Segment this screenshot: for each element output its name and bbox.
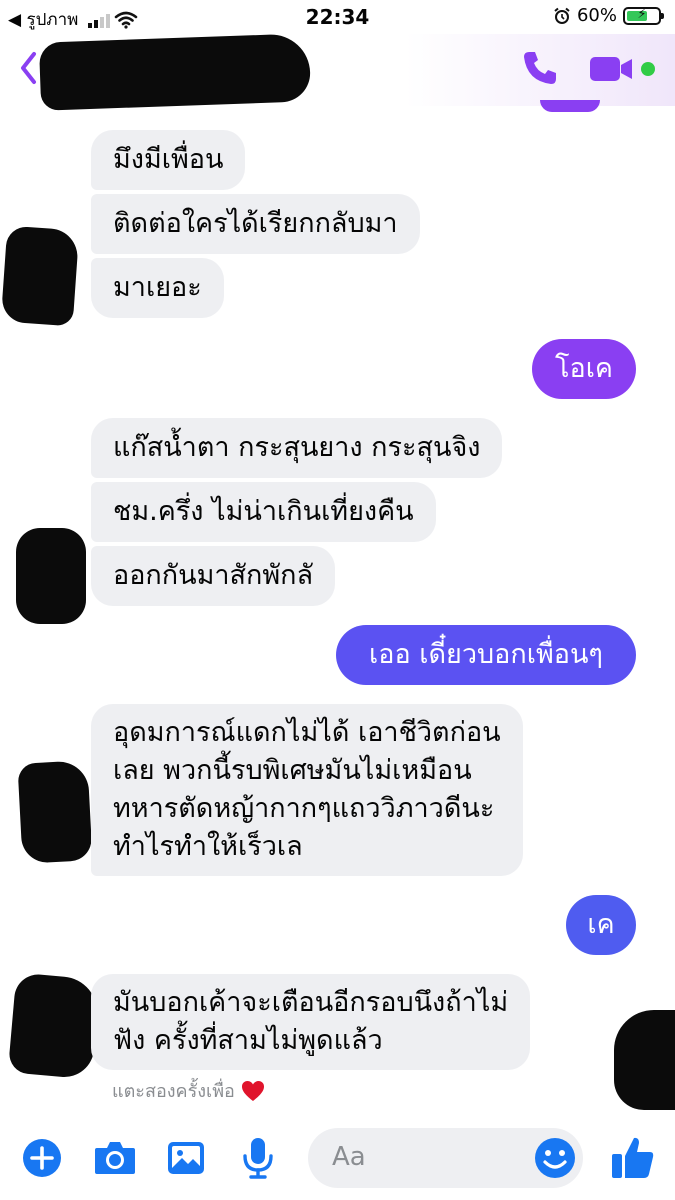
heart-icon[interactable] — [241, 1080, 265, 1102]
status-right: 60% ⚡ — [553, 5, 664, 26]
message-text: มาเยอะ — [113, 272, 202, 303]
message-text-line: ฟัง ครั้งที่สามไม่พูดแล้ว — [113, 1025, 383, 1056]
message-input[interactable]: Aa — [308, 1128, 583, 1188]
redacted-right — [614, 1010, 675, 1110]
composer-bar: Aa — [0, 1120, 675, 1200]
redacted-contact — [38, 33, 312, 111]
reaction-hint-text: แตะสองครั้งเพื่อ — [112, 1081, 235, 1102]
message-text-line: ทหารตัดหญ้ากากๆแถววิภาวดีนะ — [113, 793, 495, 824]
message-bubble[interactable]: อุดมการณ์แดกไม่ได้ เอาชีวิตก่อน เลย พวกน… — [91, 704, 523, 876]
message-bubble[interactable]: มึงมีเพื่อน — [91, 130, 246, 190]
avatar — [7, 972, 101, 1080]
reaction-hint: แตะสองครั้งเพื่อ — [112, 1076, 265, 1105]
back-chevron-icon[interactable] — [18, 50, 38, 86]
message-text: เออ เดี๋ยวบอกเพื่อนๆ — [369, 639, 603, 670]
message-bubble[interactable]: มาเยอะ — [91, 258, 224, 318]
message-text: ออกกันมาสักพักลั — [113, 560, 314, 591]
message-bubble[interactable]: ติดต่อใครได้เรียกกลับมา — [91, 194, 420, 254]
plus-icon[interactable] — [22, 1138, 62, 1178]
status-bar: ◀ รูปภาพ 22:34 60% ⚡ — [0, 0, 675, 34]
avatar — [0, 225, 80, 327]
message-bubble[interactable]: โอเค — [532, 339, 636, 399]
battery-icon: ⚡ — [623, 6, 664, 25]
message-input-placeholder: Aa — [332, 1142, 366, 1172]
message-text: ติดต่อใครได้เรียกกลับมา — [113, 208, 398, 239]
chat-header — [0, 33, 675, 111]
message-bubble[interactable]: มันบอกเค้าจะเตือนอีกรอบนึงถ้าไม่ ฟัง ครั… — [91, 974, 531, 1070]
message-text-line: อุดมการณ์แดกไม่ได้ เอาชีวิตก่อน — [113, 717, 501, 748]
message-bubble[interactable]: เออ เดี๋ยวบอกเพื่อนๆ — [336, 625, 636, 685]
message-text: โอเค — [554, 353, 613, 384]
message-bubble[interactable]: ชม.ครึ่ง ไม่น่าเกินเที่ยงคืน — [91, 482, 436, 542]
video-call-icon[interactable] — [588, 54, 634, 84]
message-bubble[interactable]: ออกกันมาสักพักลั — [91, 546, 336, 606]
message-text: แก๊สน้ำตา กระสุนยาง กระสุนจิง — [113, 432, 481, 463]
message-text-line: มันบอกเค้าจะเตือนอีกรอบนึงถ้าไม่ — [113, 987, 509, 1018]
avatar — [17, 760, 93, 864]
microphone-icon[interactable] — [240, 1136, 276, 1180]
message-text: เค — [587, 909, 615, 940]
message-bubble[interactable]: เค — [566, 895, 636, 955]
outgoing-bubble-partial — [540, 100, 600, 112]
battery-percent: 60% — [576, 5, 617, 26]
alarm-icon — [554, 7, 570, 24]
message-text: มึงมีเพื่อน — [113, 144, 224, 175]
camera-icon[interactable] — [93, 1138, 137, 1178]
avatar — [16, 528, 86, 624]
online-status-dot — [641, 62, 655, 76]
message-text: ชม.ครึ่ง ไม่น่าเกินเที่ยงคืน — [113, 496, 414, 527]
emoji-icon[interactable] — [534, 1137, 576, 1179]
message-text-line: เลย พวกนี้รบพิเศษมันไม่เหมือน — [113, 755, 472, 786]
phone-call-icon[interactable] — [520, 48, 560, 88]
thumbs-up-icon[interactable] — [610, 1134, 656, 1180]
image-icon[interactable] — [166, 1138, 206, 1178]
message-bubble[interactable]: แก๊สน้ำตา กระสุนยาง กระสุนจิง — [91, 418, 503, 478]
message-text-line: ทำไรทำให้เร็วเล — [113, 831, 303, 862]
